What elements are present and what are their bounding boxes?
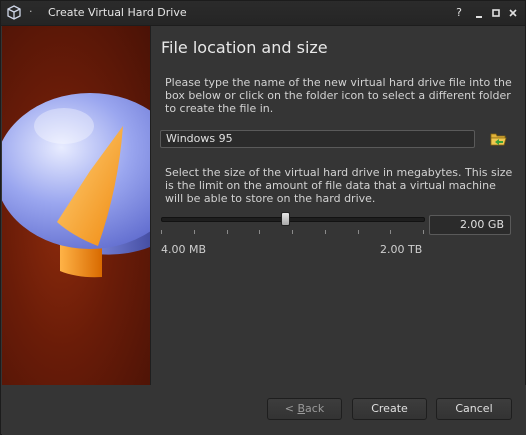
- help-button[interactable]: ?: [452, 5, 466, 21]
- minimize-button[interactable]: [472, 5, 486, 21]
- min-size-label: 4.00 MB: [161, 243, 207, 256]
- slider-tick: [358, 230, 359, 234]
- slider-tick: [423, 230, 424, 234]
- slider-tick: [292, 230, 293, 234]
- max-size-label: 2.00 TB: [380, 243, 423, 256]
- size-input[interactable]: 2.00 GB: [429, 215, 511, 235]
- slider-tick: [194, 230, 195, 234]
- slider-tick: [161, 230, 162, 234]
- back-button-prefix: <: [284, 402, 298, 415]
- size-slider-handle[interactable]: [281, 212, 291, 226]
- window-title: Create Virtual Hard Drive: [48, 6, 187, 19]
- virtualbox-cube-icon[interactable]: [5, 4, 23, 22]
- slider-tick: [390, 230, 391, 234]
- file-location-input[interactable]: Windows 95: [160, 130, 475, 148]
- create-button[interactable]: Create: [352, 398, 427, 420]
- folder-open-icon[interactable]: [489, 130, 509, 148]
- page-title: File location and size: [161, 38, 328, 57]
- title-separator: ·: [29, 5, 33, 18]
- slider-tick: [259, 230, 260, 234]
- size-instructions: Select the size of the virtual hard driv…: [165, 166, 513, 205]
- slider-tick: [325, 230, 326, 234]
- title-bar[interactable]: · Create Virtual Hard Drive ?: [1, 1, 525, 26]
- back-button-rest: ack: [305, 402, 325, 415]
- location-instructions: Please type the name of the new virtual …: [165, 76, 512, 115]
- dialog-window: · Create Virtual Hard Drive ? File locat…: [0, 0, 526, 435]
- maximize-button[interactable]: [489, 5, 503, 21]
- back-button-mnemonic: B: [297, 402, 306, 415]
- hard-disk-pie-illustration-icon: [2, 26, 151, 385]
- back-button[interactable]: < Back: [267, 398, 342, 420]
- close-button[interactable]: [506, 5, 520, 21]
- slider-tick: [227, 230, 228, 234]
- size-slider-track[interactable]: [161, 217, 425, 222]
- cancel-button[interactable]: Cancel: [436, 398, 512, 420]
